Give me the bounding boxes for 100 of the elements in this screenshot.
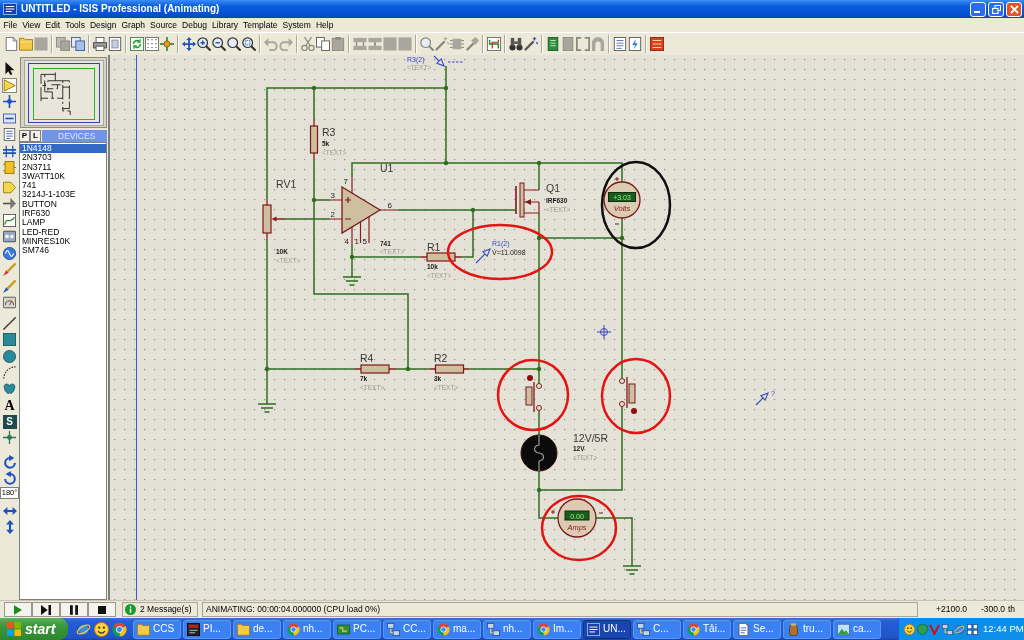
rotate-clockwise-icon[interactable] bbox=[2, 455, 17, 469]
sheet-icon[interactable] bbox=[561, 37, 575, 51]
menu-item[interactable]: Tools bbox=[62, 19, 88, 31]
probe-pen-icon[interactable] bbox=[2, 262, 17, 277]
blob-icon[interactable] bbox=[2, 381, 17, 397]
block-icon[interactable] bbox=[2, 160, 17, 175]
menu-item[interactable]: Help bbox=[313, 19, 336, 31]
magnifier-icon[interactable] bbox=[242, 37, 256, 51]
circle-icon[interactable] bbox=[2, 348, 17, 364]
tag-icon[interactable] bbox=[2, 110, 17, 126]
push-button-symbol[interactable] bbox=[619, 376, 637, 414]
taskbar-button[interactable]: ca... bbox=[833, 619, 881, 639]
lightning-page-icon[interactable] bbox=[628, 37, 642, 51]
wand-icon[interactable] bbox=[435, 37, 449, 51]
device-list-item[interactable]: 3214J-1-103E bbox=[20, 190, 106, 200]
taskbar-button[interactable]: CCS bbox=[133, 619, 181, 639]
symbol-tool-button[interactable]: S bbox=[2, 414, 17, 429]
junction-cross-icon[interactable] bbox=[2, 94, 17, 109]
cursor-arrow-icon[interactable] bbox=[2, 61, 17, 76]
taskbar-button[interactable]: ma... bbox=[433, 619, 481, 639]
menu-item[interactable]: System bbox=[280, 19, 314, 31]
taskbar-button[interactable]: UN... bbox=[583, 619, 631, 639]
device-list-item[interactable]: LED-RED bbox=[20, 227, 106, 237]
logo-icon[interactable] bbox=[650, 37, 664, 51]
rotate-counterclockwise-icon[interactable] bbox=[2, 471, 17, 485]
magnifier-icon[interactable] bbox=[227, 37, 241, 51]
dot-grid-icon[interactable] bbox=[145, 37, 159, 51]
library-button[interactable]: L bbox=[30, 130, 41, 142]
taskbar-button[interactable]: nh... bbox=[483, 619, 531, 639]
pin-icon[interactable] bbox=[2, 196, 17, 211]
smiley-icon[interactable] bbox=[904, 623, 915, 635]
stop-button[interactable] bbox=[88, 602, 116, 617]
clipboard-icon[interactable] bbox=[331, 37, 345, 51]
close-button[interactable] bbox=[1006, 1, 1022, 17]
device-list-item[interactable]: MINRES10K bbox=[20, 236, 106, 247]
device-list-item[interactable]: 1N4148 bbox=[20, 144, 106, 154]
crosshair-icon[interactable] bbox=[2, 430, 17, 445]
device-list-item[interactable]: 2N3711 bbox=[20, 162, 106, 172]
globe-icon[interactable] bbox=[76, 621, 91, 637]
grid-icon[interactable] bbox=[966, 623, 978, 635]
taskbar-button[interactable]: Im... bbox=[533, 619, 581, 639]
push-button-symbol[interactable] bbox=[525, 375, 542, 413]
step-button[interactable] bbox=[32, 602, 60, 617]
square-icon[interactable] bbox=[2, 332, 17, 347]
bracket-icon[interactable] bbox=[576, 37, 590, 51]
start-button[interactable]: start bbox=[0, 618, 68, 640]
device-list-item[interactable]: 3WATT10K bbox=[20, 171, 106, 182]
menu-item[interactable]: Library bbox=[209, 19, 241, 31]
device-list-item[interactable]: BUTTON bbox=[20, 199, 106, 210]
menu-item[interactable]: File bbox=[1, 19, 20, 31]
cassette-icon[interactable] bbox=[2, 229, 17, 244]
taskbar-button[interactable]: PI... bbox=[183, 619, 231, 639]
binoculars-icon[interactable] bbox=[509, 37, 523, 51]
menu-item[interactable]: View bbox=[19, 19, 43, 31]
menu-item[interactable]: Template bbox=[240, 19, 281, 31]
tricolor-circle-icon[interactable] bbox=[112, 621, 127, 637]
new-page-icon[interactable] bbox=[4, 37, 18, 51]
smiley-icon[interactable] bbox=[94, 621, 109, 637]
taskbar-button[interactable]: CC... bbox=[383, 619, 431, 639]
stacked-pages-icon[interactable] bbox=[56, 37, 70, 51]
graph-icon[interactable] bbox=[2, 212, 17, 228]
device-list-item[interactable]: LAMP bbox=[20, 218, 106, 228]
chip-icon[interactable] bbox=[450, 37, 464, 51]
target-icon[interactable] bbox=[160, 37, 174, 51]
taskbar-button[interactable]: Se... bbox=[733, 619, 781, 639]
search-icon[interactable] bbox=[420, 37, 434, 51]
restore-button[interactable] bbox=[988, 1, 1004, 17]
taskbar-button[interactable]: PC... bbox=[333, 619, 381, 639]
zoom-out-icon[interactable] bbox=[212, 37, 226, 51]
bus-lines-icon[interactable] bbox=[2, 143, 17, 159]
gauge-icon[interactable] bbox=[2, 295, 17, 310]
menu-item[interactable]: Debug bbox=[179, 19, 210, 31]
probe-pen-icon[interactable] bbox=[2, 278, 17, 294]
taskbar-button[interactable]: de... bbox=[233, 619, 281, 639]
device-list-item[interactable]: SM746 bbox=[20, 246, 106, 256]
scissors-icon[interactable] bbox=[301, 37, 315, 51]
taskbar-button[interactable]: tru... bbox=[783, 619, 831, 639]
sine-wave-icon[interactable] bbox=[2, 245, 17, 261]
page-icon[interactable] bbox=[108, 37, 122, 51]
messages-button[interactable]: 2 Message(s) bbox=[122, 602, 198, 617]
stacked-pages-icon[interactable] bbox=[71, 37, 85, 51]
text-tool-button[interactable]: A bbox=[2, 398, 17, 413]
terminal-icon[interactable] bbox=[2, 179, 17, 195]
pause-button[interactable] bbox=[60, 602, 88, 617]
menu-item[interactable]: Edit bbox=[43, 19, 63, 31]
taskbar-button[interactable]: C... bbox=[633, 619, 681, 639]
device-list-item[interactable]: IRF630 bbox=[20, 209, 106, 219]
four-way-arrow-icon[interactable] bbox=[182, 37, 196, 51]
arc-icon[interactable] bbox=[2, 365, 17, 380]
page-icon[interactable] bbox=[613, 37, 627, 51]
device-list-item[interactable]: 2N3703 bbox=[20, 153, 106, 163]
menu-item[interactable]: Source bbox=[147, 19, 180, 31]
folder-icon[interactable] bbox=[19, 37, 33, 51]
hammer-icon[interactable] bbox=[465, 37, 479, 51]
taskbar-button[interactable]: Tải... bbox=[683, 619, 731, 639]
play-button[interactable] bbox=[4, 602, 32, 617]
network-icon[interactable] bbox=[941, 623, 953, 635]
zoom-in-icon[interactable] bbox=[197, 37, 211, 51]
refresh-icon[interactable] bbox=[130, 37, 144, 51]
minimize-button[interactable] bbox=[970, 1, 986, 17]
